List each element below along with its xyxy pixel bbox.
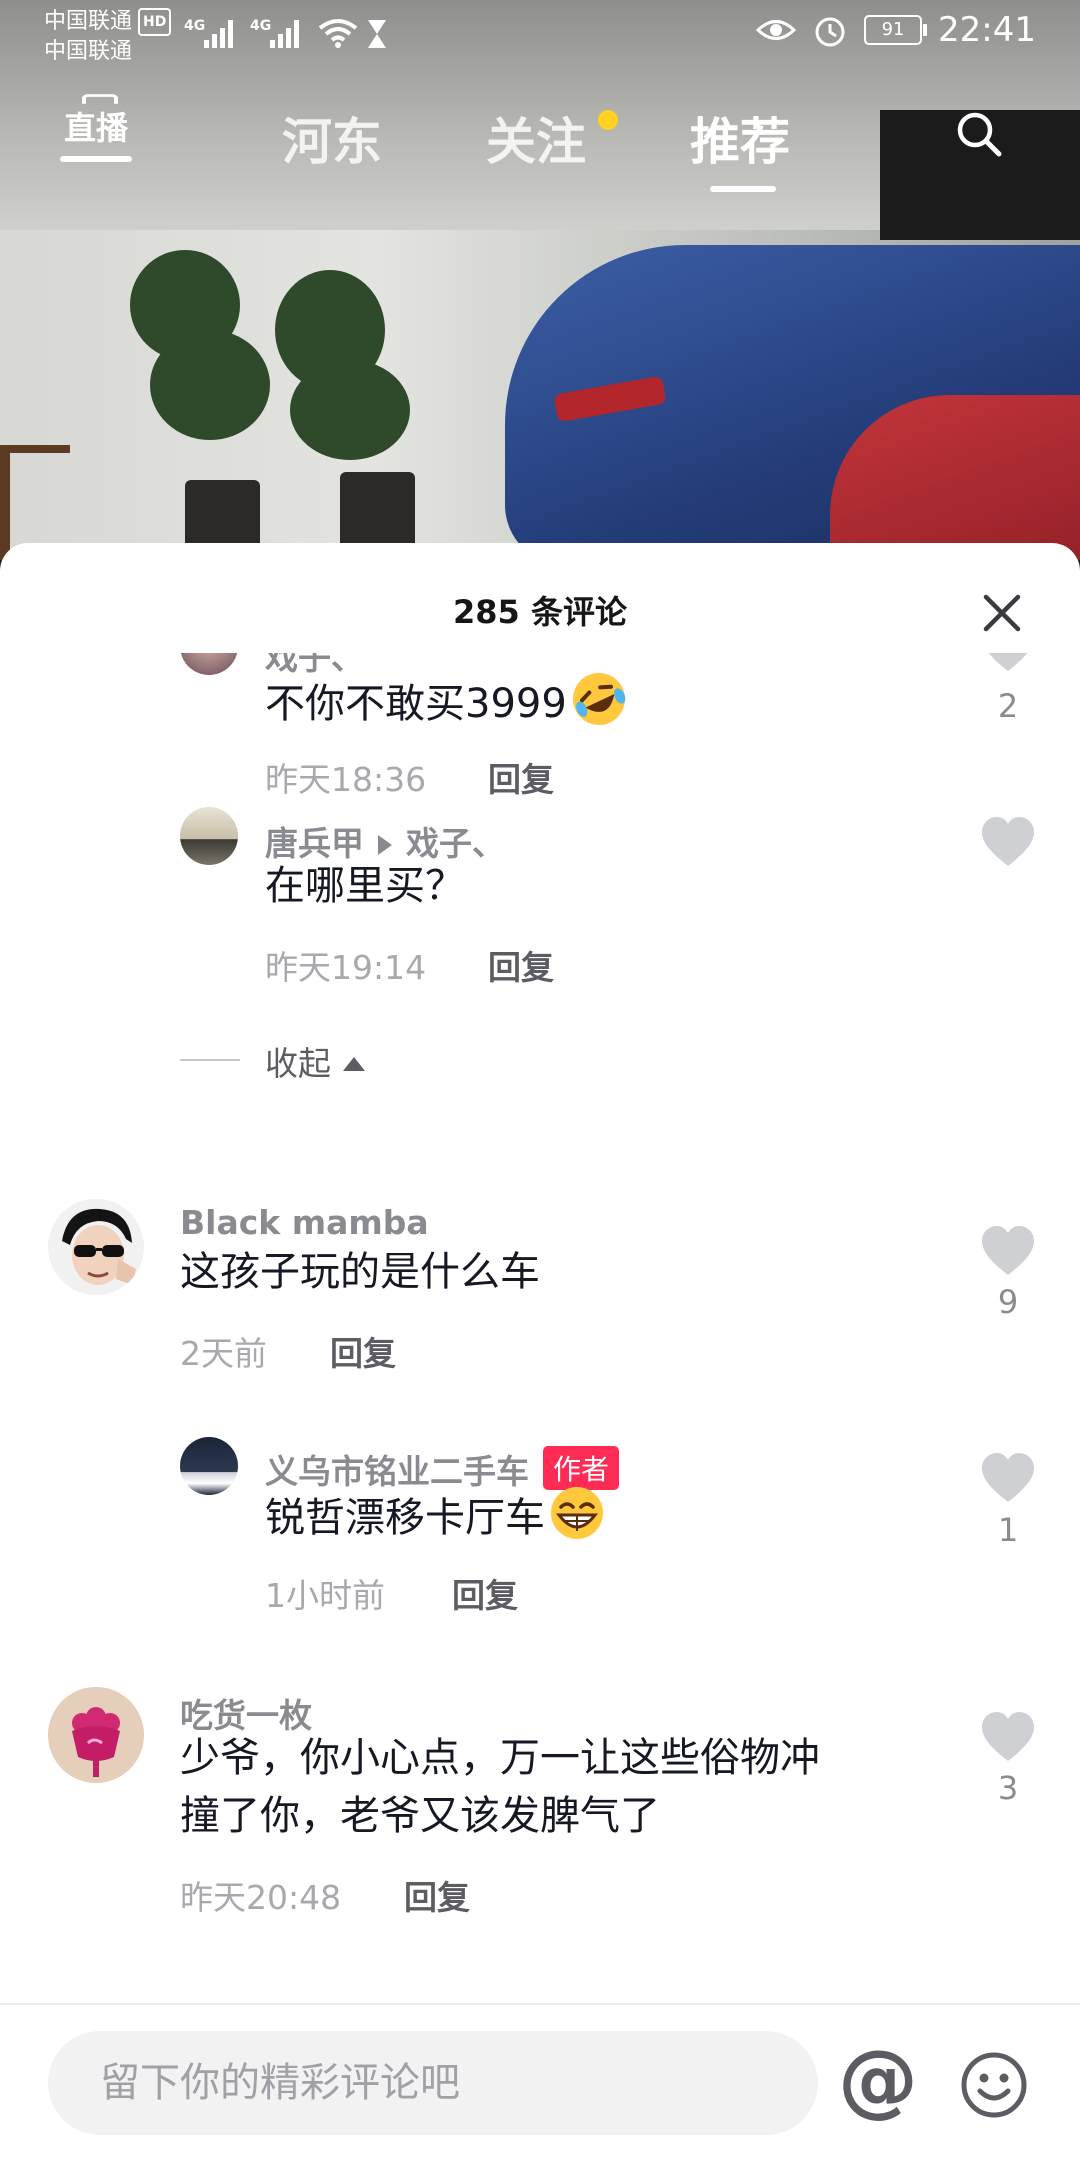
reply-button[interactable]: 回复	[488, 941, 554, 989]
active-tab-indicator	[710, 186, 776, 192]
avatar-portrait	[48, 1199, 144, 1295]
live-label: 直播	[63, 109, 128, 147]
like-heart-icon[interactable]	[980, 1225, 1036, 1277]
comment-username[interactable]: Black mamba	[180, 1203, 429, 1242]
rolling-laughing-emoji-icon	[572, 673, 626, 725]
signal-icon	[204, 18, 240, 48]
tab-following[interactable]: 关注	[486, 102, 586, 174]
wifi-icon	[318, 19, 358, 48]
like-count: 1	[997, 1511, 1019, 1549]
comment-text: 不你不敢买3999	[265, 671, 627, 733]
comment-time: 昨天18:36	[265, 760, 427, 799]
comment-time: 1小时前	[265, 1576, 385, 1615]
like-heart-icon[interactable]	[980, 816, 1036, 868]
video-plant	[290, 360, 410, 460]
notification-dot	[598, 110, 618, 130]
comment-text: 这孩子玩的是什么车	[180, 1249, 540, 1295]
hourglass-icon	[368, 20, 386, 48]
status-bar: 中国联通 HD 中国联通 4G 4G 91 22:41	[0, 0, 1080, 70]
clock: 22:41	[938, 10, 1036, 50]
carrier-1: 中国联通 HD	[44, 8, 172, 36]
comment-text: 锐哲漂移卡厅车	[265, 1485, 605, 1547]
search-icon[interactable]	[955, 110, 1003, 158]
avatar[interactable]	[180, 807, 238, 865]
battery-indicator: 91	[864, 15, 928, 45]
comment-input[interactable]	[48, 2031, 818, 2135]
reply-button[interactable]: 回复	[452, 1569, 518, 1617]
network-type-2: 4G	[250, 18, 272, 34]
live-button[interactable]: 直播	[60, 98, 132, 168]
comment-time: 昨天19:14	[265, 948, 427, 987]
reply-button[interactable]: 回复	[488, 753, 554, 801]
carrier-2: 中国联通	[44, 39, 133, 64]
avatar[interactable]	[48, 1199, 144, 1295]
status-right: 91 22:41	[756, 10, 1036, 50]
comment-text-line: 少爷，你小心点，万一让这些俗物冲	[180, 1735, 820, 1781]
comments-sheet: 285 条评论 戏子、 不你不敢买3999 昨天18:36 回复 2 唐兵甲 戏…	[0, 543, 1080, 2160]
comment-time: 昨天20:48	[180, 1878, 342, 1917]
mention-at-icon[interactable]: @	[838, 2035, 918, 2125]
comment-text: 在哪里买？	[265, 863, 465, 909]
alarm-icon	[815, 17, 845, 47]
comments-count-title: 285 条评论	[453, 593, 627, 631]
grinning-emoji-icon	[551, 1487, 603, 1539]
top-navigation: 直播 河东 关注 推荐	[0, 90, 1080, 200]
reply-button[interactable]: 回复	[330, 1327, 396, 1375]
author-badge: 作者	[543, 1446, 620, 1490]
signal-icon	[270, 18, 306, 48]
like-count: 3	[997, 1769, 1019, 1807]
tab-hedong[interactable]: 河东	[282, 102, 382, 174]
close-icon[interactable]	[980, 591, 1024, 635]
caret-up-icon	[343, 1057, 365, 1071]
collapse-divider	[180, 1059, 240, 1061]
reply-button[interactable]: 回复	[404, 1871, 470, 1919]
like-heart-icon[interactable]	[980, 653, 1036, 673]
emoji-picker-icon[interactable]	[960, 2051, 1028, 2119]
like-count: 2	[997, 687, 1019, 725]
video-plant	[150, 330, 270, 440]
collapse-label[interactable]: 收起	[265, 1037, 365, 1085]
like-heart-icon[interactable]	[980, 1711, 1036, 1763]
network-type-1: 4G	[184, 18, 206, 34]
reply-arrow-icon	[378, 834, 392, 855]
eye-icon	[756, 20, 797, 40]
comment-text-line: 撞了你，老爷又该发脾气了	[180, 1793, 660, 1839]
avatar[interactable]	[180, 1437, 238, 1495]
comment-list[interactable]: 戏子、 不你不敢买3999 昨天18:36 回复 2 唐兵甲 戏子、 在哪里买？ …	[0, 653, 1080, 1953]
like-count: 9	[997, 1283, 1019, 1321]
avatar[interactable]	[180, 653, 238, 675]
video-background[interactable]	[0, 0, 1080, 560]
like-heart-icon[interactable]	[980, 1452, 1036, 1504]
hd-badge: HD	[138, 8, 172, 36]
comment-input-bar: @	[0, 2003, 1080, 2162]
comment-time: 2天前	[180, 1334, 267, 1373]
avatar[interactable]	[48, 1687, 144, 1783]
avatar-illustration	[48, 1687, 144, 1783]
tab-recommended[interactable]: 推荐	[690, 102, 790, 174]
